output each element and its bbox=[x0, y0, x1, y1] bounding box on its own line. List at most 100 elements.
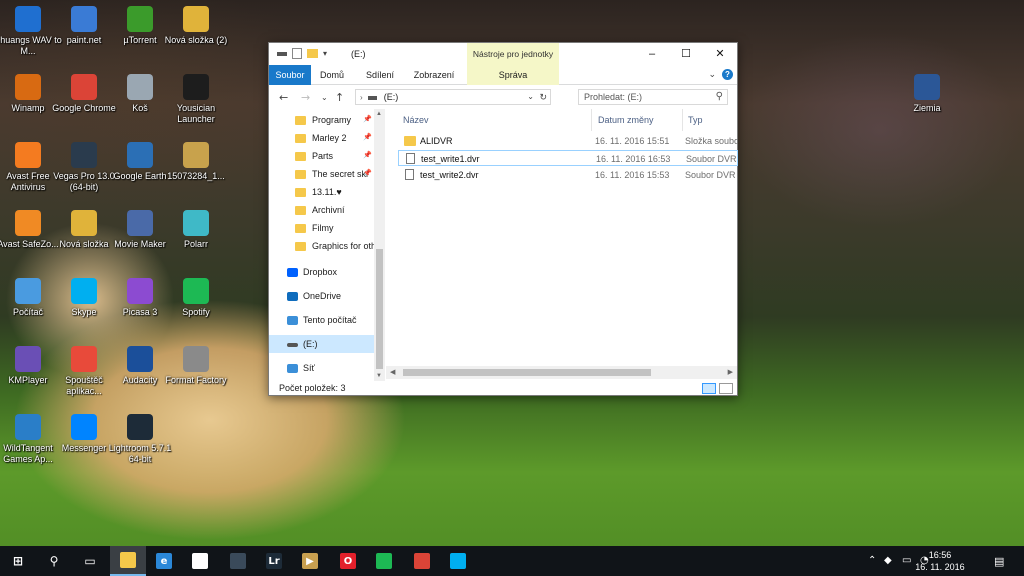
nav-item[interactable]: Graphics for oth bbox=[269, 237, 374, 255]
expand-ribbon-icon[interactable]: ⌄ bbox=[708, 69, 716, 80]
nav-item[interactable]: Parts 📌 bbox=[269, 147, 374, 165]
taskbar-button[interactable] bbox=[404, 546, 440, 576]
minimize-button[interactable]: – bbox=[635, 43, 669, 65]
file-row[interactable]: test_write1.dvr 16. 11. 2016 16:53 Soubor … bbox=[398, 150, 738, 166]
maximize-button[interactable]: ☐ bbox=[669, 43, 703, 65]
tab-share[interactable]: Sdílení bbox=[361, 65, 399, 85]
breadcrumb-chevron-icon: › bbox=[360, 93, 363, 102]
lightroom-icon: Lr bbox=[266, 553, 282, 569]
nav-item[interactable]: Programy 📌 bbox=[269, 111, 374, 129]
properties-icon[interactable] bbox=[292, 48, 302, 59]
nav-item[interactable]: Marley 2 📌 bbox=[269, 129, 374, 147]
nav-location[interactable]: (E:) bbox=[269, 335, 374, 353]
word-document-icon bbox=[914, 74, 940, 100]
taskbar-button[interactable]: O bbox=[330, 546, 366, 576]
search-input[interactable]: Prohledat: (E:) ⚲ bbox=[578, 89, 728, 105]
column-separator[interactable] bbox=[682, 109, 683, 131]
column-header-date[interactable]: Datum změny bbox=[598, 115, 654, 125]
avast-icon bbox=[15, 142, 41, 168]
file-row[interactable]: test_write2.dvr 16. 11. 2016 15:53 Soubor … bbox=[398, 167, 738, 183]
scroll-right-icon[interactable]: ▶ bbox=[728, 368, 733, 376]
desktop-icon[interactable]: 15073284_1... bbox=[162, 140, 230, 202]
address-bar[interactable]: › (E:) ⌄ ↻ bbox=[355, 89, 551, 105]
taskbar-button[interactable]: ⊞ bbox=[0, 546, 36, 576]
taskbar-button[interactable]: ▭ bbox=[72, 546, 108, 576]
desktop-icon-label: Picasa 3 bbox=[122, 307, 158, 317]
desktop-icon[interactable]: Yousician Launcher bbox=[162, 72, 230, 134]
column-header-type[interactable]: Typ bbox=[688, 115, 703, 125]
file-row[interactable]: ALIDVR 16. 11. 2016 15:51 Složka soubo bbox=[398, 133, 738, 149]
address-text: (E:) bbox=[383, 92, 399, 102]
navigation-scrollbar[interactable]: ▲ ▼ bbox=[374, 109, 385, 381]
taskbar-button[interactable]: ▶ bbox=[292, 546, 328, 576]
dropbox-icon bbox=[287, 268, 298, 278]
messenger-icon bbox=[71, 414, 97, 440]
address-dropdown-icon[interactable]: ⌄ bbox=[527, 90, 534, 104]
scroll-left-icon[interactable]: ◀ bbox=[390, 368, 395, 376]
scrollbar-thumb[interactable] bbox=[403, 369, 651, 376]
large-icons-view-button[interactable] bbox=[719, 383, 733, 394]
taskbar-button[interactable]: e bbox=[146, 546, 182, 576]
taskbar-button[interactable] bbox=[110, 546, 146, 576]
tab-view[interactable]: Zobrazení bbox=[409, 65, 459, 85]
column-separator[interactable] bbox=[591, 109, 592, 131]
clock[interactable]: 16:56 16. 11. 2016 bbox=[910, 549, 970, 573]
nav-item[interactable]: 13.11.♥ bbox=[269, 183, 374, 201]
folder-icon bbox=[295, 170, 306, 180]
navigation-pane[interactable]: Programy 📌 Marley 2 📌 Parts 📌 The secret ski 📌 1… bbox=[269, 109, 385, 379]
desktop-icon-label: Počítač bbox=[12, 307, 43, 317]
horizontal-scrollbar[interactable]: ◀ ▶ bbox=[386, 366, 737, 379]
title-bar[interactable]: ▾ (E:) Nástroje pro jednotky – ☐ ✕ bbox=[269, 43, 737, 65]
column-header-name[interactable]: Název bbox=[403, 115, 429, 125]
help-icon[interactable]: ? bbox=[722, 69, 733, 80]
status-bar: Počet položek: 3 bbox=[269, 380, 737, 396]
tab-manage[interactable]: Správa bbox=[467, 65, 559, 85]
refresh-icon[interactable]: ↻ bbox=[539, 90, 547, 104]
up-arrow-icon[interactable]: ↑ bbox=[335, 91, 344, 104]
recent-chevron-icon[interactable]: ⌄ bbox=[321, 93, 328, 102]
desktop-icon-label: Format Factory bbox=[165, 375, 227, 385]
desktop-icon[interactable]: Ziemia bbox=[893, 72, 961, 134]
file-list-pane: Název Datum změny Typ ALIDVR 16. 11. 2016… bbox=[386, 109, 738, 381]
dropbox-tray-icon[interactable]: ◆ bbox=[884, 555, 892, 566]
taskbar-button[interactable] bbox=[440, 546, 476, 576]
file-explorer-window[interactable]: ▾ (E:) Nástroje pro jednotky – ☐ ✕ Soubo… bbox=[268, 42, 738, 396]
desktop-icon-label: Winamp bbox=[11, 103, 45, 113]
desktop-icon[interactable]: Spotify bbox=[162, 276, 230, 338]
desktop-icon[interactable]: Polarr bbox=[162, 208, 230, 270]
nav-location[interactable]: Dropbox bbox=[269, 263, 374, 281]
forward-arrow-icon[interactable]: → bbox=[301, 91, 310, 104]
nav-item[interactable]: The secret ski 📌 bbox=[269, 165, 374, 183]
scroll-down-icon[interactable]: ▼ bbox=[376, 373, 382, 379]
taskbar-button[interactable] bbox=[366, 546, 402, 576]
customize-chevron-icon[interactable]: ▾ bbox=[323, 49, 327, 58]
action-center-icon[interactable]: ▤ bbox=[994, 555, 1004, 568]
nav-item[interactable]: Filmy bbox=[269, 219, 374, 237]
back-arrow-icon[interactable]: ← bbox=[279, 91, 288, 104]
scroll-up-icon[interactable]: ▲ bbox=[376, 111, 382, 117]
desktop-icon[interactable]: Format Factory bbox=[162, 344, 230, 406]
taskbar-button[interactable] bbox=[220, 546, 256, 576]
nav-item[interactable]: Archivní bbox=[269, 201, 374, 219]
desktop-icon-label: Nová složka (2) bbox=[164, 35, 228, 45]
nav-location[interactable]: OneDrive bbox=[269, 287, 374, 305]
show-hidden-icons-icon[interactable]: ⌃ bbox=[868, 555, 876, 566]
tab-file[interactable]: Soubor bbox=[269, 65, 311, 85]
taskbar-button[interactable]: ⚲ bbox=[36, 546, 72, 576]
file-date: 16. 11. 2016 15:51 bbox=[595, 136, 670, 146]
nav-location-label: Dropbox bbox=[303, 267, 338, 277]
nav-location[interactable]: Síť bbox=[269, 359, 374, 377]
scrollbar-thumb[interactable] bbox=[376, 249, 383, 369]
file-explorer-icon bbox=[120, 552, 136, 568]
new-folder-icon[interactable] bbox=[307, 49, 318, 58]
close-button[interactable]: ✕ bbox=[703, 43, 737, 65]
nav-location[interactable]: Tento počítač bbox=[269, 311, 374, 329]
desktop-icon[interactable]: Nová složka (2) bbox=[162, 4, 230, 66]
tab-home[interactable]: Domů bbox=[315, 65, 349, 85]
details-view-button[interactable] bbox=[702, 383, 716, 394]
desktop-icon[interactable]: Lightroom 5.7.1 64-bit bbox=[106, 412, 174, 474]
taskbar-button[interactable]: Lr bbox=[256, 546, 292, 576]
file-name: test_write1.dvr bbox=[421, 154, 480, 164]
desktop-icon-label: paint.net bbox=[66, 35, 102, 45]
taskbar-button[interactable] bbox=[182, 546, 218, 576]
